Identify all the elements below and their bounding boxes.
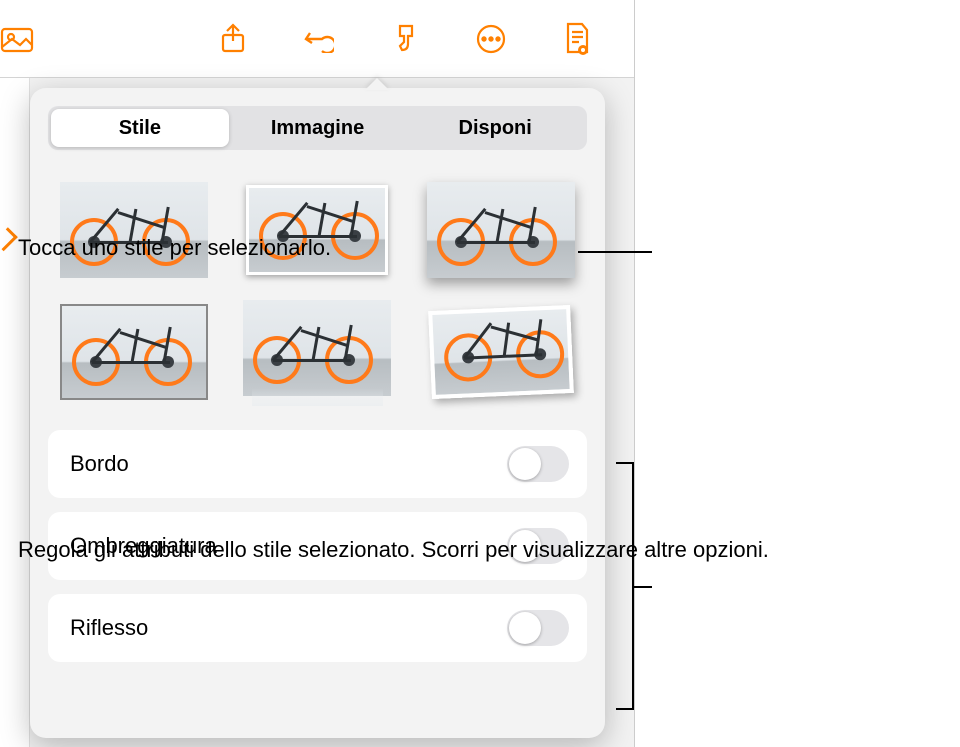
toolbar xyxy=(0,0,634,78)
checkmark-icon xyxy=(0,227,18,251)
style-grid xyxy=(48,170,587,430)
bicycle-thumb xyxy=(60,182,208,278)
setting-reflection: Riflesso xyxy=(48,594,587,662)
bicycle-thumb xyxy=(60,304,208,400)
share-icon[interactable] xyxy=(206,17,260,61)
callout-line xyxy=(578,251,652,253)
bicycle-thumb xyxy=(427,182,575,278)
setting-label: Bordo xyxy=(70,451,129,477)
setting-border: Bordo xyxy=(48,430,587,498)
tab-arrange[interactable]: Disponi xyxy=(406,109,584,147)
format-brush-icon[interactable] xyxy=(378,17,432,61)
tab-style[interactable]: Stile xyxy=(51,109,229,147)
undo-icon[interactable] xyxy=(292,17,346,61)
tab-image[interactable]: Immagine xyxy=(229,109,407,147)
style-preset-2[interactable] xyxy=(240,178,396,282)
callout-bracket-bottom xyxy=(616,708,632,710)
switch-border[interactable] xyxy=(507,446,569,482)
style-preset-1[interactable] xyxy=(56,178,212,282)
media-icon[interactable] xyxy=(0,17,44,61)
callout-attributes: Regola gli attributi dello stile selezio… xyxy=(18,536,769,565)
callout-bracket-top xyxy=(616,462,632,464)
app-window: Stile Immagine Disponi xyxy=(0,0,635,747)
callout-style-tap: Tocca uno stile per selezionarlo. xyxy=(18,234,331,263)
callout-bracket-mid xyxy=(632,586,652,588)
document-view-icon[interactable] xyxy=(550,17,604,61)
style-preset-5[interactable] xyxy=(240,300,396,404)
bicycle-thumb xyxy=(428,305,574,399)
style-preset-6[interactable] xyxy=(423,300,579,404)
sidebar-sliver xyxy=(0,78,30,747)
setting-label: Riflesso xyxy=(70,615,148,641)
switch-reflection[interactable] xyxy=(507,610,569,646)
bicycle-thumb xyxy=(243,300,391,396)
segmented-control: Stile Immagine Disponi xyxy=(48,106,587,150)
style-preset-4[interactable] xyxy=(56,300,212,404)
more-icon[interactable] xyxy=(464,17,518,61)
format-popover: Stile Immagine Disponi xyxy=(30,88,605,738)
style-preset-3[interactable] xyxy=(423,178,579,282)
